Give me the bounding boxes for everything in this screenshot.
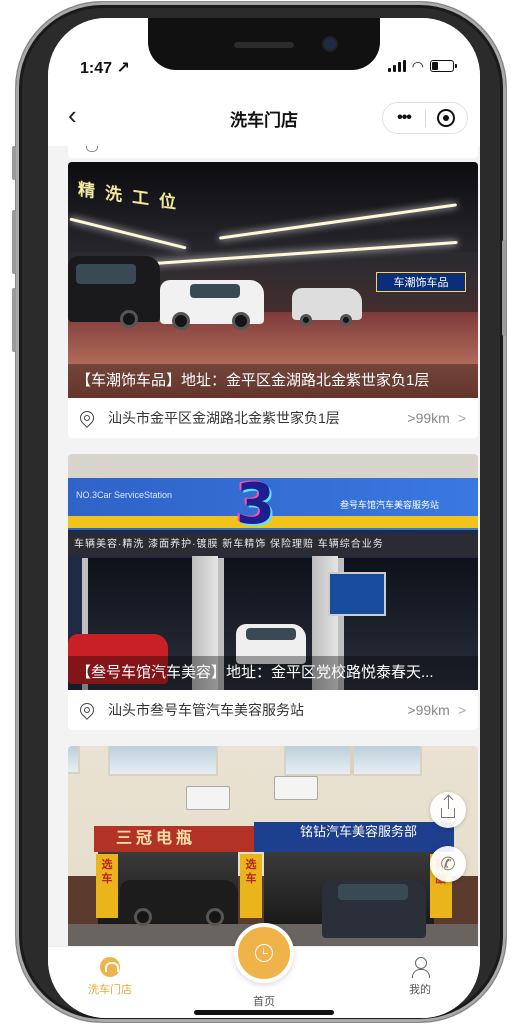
store-photo[interactable]: 精洗工位 车潮饰车品 【车潮饰车品】地址：金平区金湖路北金紫世家负1层 bbox=[68, 162, 478, 398]
share-icon bbox=[441, 796, 455, 818]
front-camera bbox=[324, 38, 336, 50]
battery-icon bbox=[430, 60, 457, 72]
store-distance: >99km bbox=[407, 410, 450, 426]
shop-sign: 三冠电瓶 bbox=[94, 826, 254, 852]
store-caption: 【叁号车馆汽车美容】地址：金平区党校路悦泰春天... bbox=[68, 656, 478, 690]
phone-screen: 1:47 ↗ ◠ ‹ 洗车门店 ••• 精洗工位 车潮饰车品 【车潮饰车品】地址… bbox=[48, 18, 480, 1018]
store-photo[interactable]: NO.3Car ServiceStation 叁号车馆汽车美容服务站 3 车辆美… bbox=[68, 454, 478, 690]
store-info-row[interactable]: 汕头市叁号车管汽车美容服务站 >99km > bbox=[68, 690, 478, 730]
banner-text: NO.3Car ServiceStation bbox=[76, 490, 173, 500]
banner-text: 叁号车馆汽车美容服务站 bbox=[340, 500, 440, 510]
more-icon[interactable]: ••• bbox=[383, 109, 425, 127]
status-time: 1:47 ↗ bbox=[80, 60, 130, 77]
tab-wash-stores[interactable]: 洗车门店 bbox=[50, 957, 170, 997]
tab-mine[interactable]: 我的 bbox=[360, 957, 480, 997]
call-button[interactable]: ✆ bbox=[430, 846, 466, 882]
store-card[interactable]: 精洗工位 车潮饰车品 【车潮饰车品】地址：金平区金湖路北金紫世家负1层 汕头市金… bbox=[68, 162, 478, 438]
wifi-icon: ◠ bbox=[411, 58, 424, 74]
store-photo[interactable]: 三冠电瓶 铭钻汽车美容服务部 选车 选车 轮胎 bbox=[68, 746, 478, 946]
chevron-right-icon: > bbox=[457, 410, 466, 426]
store-address: 汕头市叁号车管汽车美容服务站 bbox=[108, 702, 304, 718]
store-info-row[interactable]: 汕头市金平区金湖路北金紫世家负1层 >99km > bbox=[68, 398, 478, 438]
store-card[interactable]: NO.3Car ServiceStation 叁号车馆汽车美容服务站 3 车辆美… bbox=[68, 454, 478, 730]
status-icons: ◠ bbox=[387, 58, 457, 74]
store-card[interactable]: 三冠电瓶 铭钻汽车美容服务部 选车 选车 轮胎 bbox=[68, 746, 478, 946]
tab-label: 洗车门店 bbox=[88, 984, 132, 996]
location-pin-icon bbox=[77, 700, 97, 720]
tab-bar: 洗车门店 首页 我的 bbox=[48, 923, 480, 1018]
shop-logo: 3 bbox=[236, 472, 275, 537]
user-icon bbox=[410, 957, 430, 978]
home-indicator[interactable] bbox=[194, 1010, 334, 1015]
store-list[interactable]: 精洗工位 车潮饰车品 【车潮饰车品】地址：金平区金湖路北金紫世家负1层 汕头市金… bbox=[48, 146, 480, 946]
previous-card-edge bbox=[68, 146, 478, 158]
volume-down-button bbox=[12, 288, 16, 352]
chevron-right-icon: > bbox=[457, 702, 466, 718]
store-address: 汕头市金平区金湖路北金紫世家负1层 bbox=[108, 410, 340, 426]
nav-bar: ‹ 洗车门店 ••• bbox=[48, 86, 480, 146]
phone-icon: ✆ bbox=[440, 854, 456, 874]
shop-sign: 车潮饰车品 bbox=[376, 272, 466, 292]
store-caption: 【车潮饰车品】地址：金平区金湖路北金紫世家负1层 bbox=[68, 364, 478, 398]
clock-icon bbox=[255, 944, 273, 962]
miniprogram-capsule: ••• bbox=[382, 102, 468, 134]
signal-icon bbox=[387, 60, 406, 72]
speaker bbox=[234, 42, 294, 48]
home-button[interactable] bbox=[234, 923, 294, 983]
shop-sign: 铭钻汽车美容服务部 bbox=[254, 822, 454, 852]
tab-label: 首页 bbox=[253, 996, 275, 1008]
location-pin-icon bbox=[77, 408, 97, 428]
volume-up-button bbox=[12, 210, 16, 274]
share-button[interactable] bbox=[430, 792, 466, 828]
car-wash-icon bbox=[100, 957, 120, 977]
notch bbox=[148, 18, 380, 70]
power-button bbox=[502, 240, 506, 336]
service-strip: 车辆美容·精洗 漆面养护·镀膜 新车精饰 保险理赔 车辆综合业务 bbox=[68, 534, 478, 556]
store-distance: >99km bbox=[407, 702, 450, 718]
mute-switch bbox=[12, 146, 16, 180]
tab-home[interactable]: 首页 bbox=[204, 993, 324, 1009]
tab-label: 我的 bbox=[409, 984, 431, 996]
close-miniprogram-icon[interactable] bbox=[426, 109, 467, 127]
